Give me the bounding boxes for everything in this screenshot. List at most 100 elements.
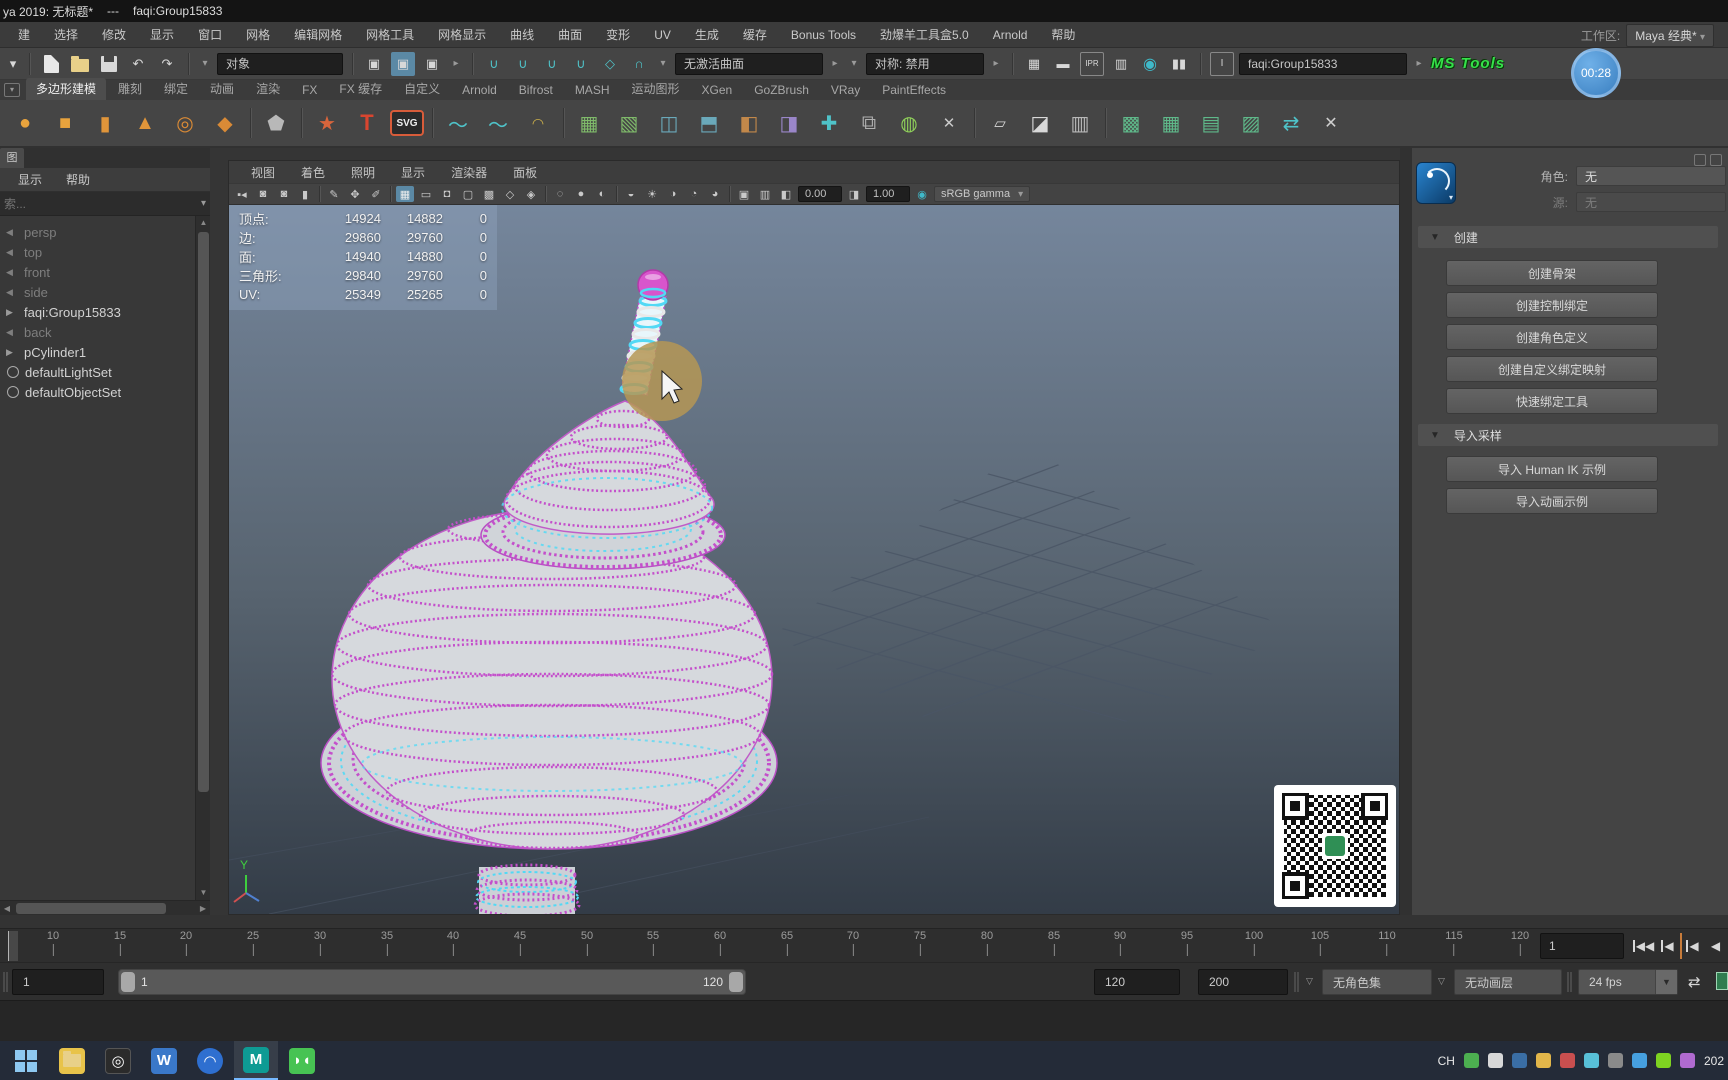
gamma-icon[interactable]: ◨ [845, 186, 863, 202]
poly-torus-icon[interactable]: ◎ [168, 106, 202, 140]
launch-render-sphere-icon[interactable]: ◉ [1138, 52, 1162, 76]
timeline-tick[interactable]: 95 [1181, 930, 1193, 956]
poly-sphere-icon[interactable]: ● [8, 106, 42, 140]
timeline-tick[interactable]: 115 [1445, 930, 1463, 956]
menuset-caret-icon[interactable]: ▾ [6, 52, 20, 76]
render-current-frame-icon[interactable]: ▬ [1051, 52, 1075, 76]
motion-blur-icon[interactable]: ◕ [706, 186, 724, 202]
undo-icon[interactable]: ↶ [126, 52, 150, 76]
vp-menu-view[interactable]: 视图 [239, 164, 287, 181]
tab-rendering[interactable]: 渲染 [246, 78, 290, 100]
bevel-icon[interactable]: ◧ [732, 106, 766, 140]
menu-create[interactable]: 建 [6, 26, 42, 43]
outliner-item-group[interactable]: ▶ faqi:Group15833 [0, 302, 210, 322]
range-start-handle[interactable] [121, 972, 135, 992]
file-explorer-icon[interactable] [50, 1041, 94, 1080]
menu-deform[interactable]: 变形 [594, 26, 642, 43]
ao-icon[interactable]: ◔ [685, 186, 703, 202]
import-animation-example-button[interactable]: 导入动画示例 [1446, 488, 1658, 514]
shaded-icon[interactable]: ● [572, 186, 590, 202]
chevron-down-icon[interactable]: ▾ [201, 198, 206, 209]
animation-preferences-icon[interactable] [1716, 972, 1728, 990]
view-transform-icon[interactable]: ◉ [913, 186, 931, 202]
tab-arnold[interactable]: Arnold [452, 81, 507, 100]
scrollbar-thumb[interactable] [198, 232, 209, 792]
safe-title-icon[interactable]: ◈ [522, 186, 540, 202]
transfer-attributes-icon[interactable]: ⇄ [1274, 106, 1308, 140]
import-humanik-example-button[interactable]: 导入 Human IK 示例 [1446, 456, 1658, 482]
poly-cone-icon[interactable]: ▲ [128, 106, 162, 140]
range-slider[interactable]: 1 120 [118, 969, 746, 995]
tray-icon[interactable] [1463, 1053, 1479, 1068]
quick-rig-tool-button[interactable]: 快速绑定工具 [1446, 388, 1658, 414]
menu-bonus-tools[interactable]: Bonus Tools [779, 28, 868, 42]
timeline-tick[interactable]: 40 [447, 930, 459, 956]
sculpt-brush-icon[interactable]: ◪ [1023, 106, 1057, 140]
expand-arrow-icon[interactable]: ▸ [989, 52, 1003, 76]
create-section-header[interactable]: ▼ 创建 [1418, 226, 1718, 248]
snap-grid-icon[interactable]: ∪ [482, 52, 506, 76]
poly-plane-icon[interactable]: ◆ [208, 106, 242, 140]
outliner-item-front[interactable]: ◀ front [0, 262, 210, 282]
tray-icon[interactable] [1535, 1053, 1551, 1068]
field-chart-icon[interactable]: ▩ [480, 186, 498, 202]
outliner-search-input[interactable] [4, 196, 201, 211]
lock-camera-icon[interactable]: ◙ [254, 186, 272, 202]
current-frame-field[interactable]: 1 [1540, 933, 1624, 959]
taskbar-clock[interactable]: 202 [1704, 1054, 1724, 1068]
panel-layout-icon[interactable]: ▥ [1063, 106, 1097, 140]
tab-custom[interactable]: 自定义 [394, 78, 450, 100]
outliner-menu-help[interactable]: 帮助 [56, 171, 100, 188]
textured-icon[interactable]: ◐ [593, 186, 611, 202]
xray-icon[interactable]: ▥ [756, 186, 774, 202]
source-dropdown[interactable]: 无 [1576, 192, 1726, 212]
type-tool-icon[interactable]: T [350, 106, 384, 140]
poly-cube-icon[interactable]: ■ [48, 106, 82, 140]
tab-motion-graphics[interactable]: 运动图形 [621, 78, 689, 100]
separate-icon[interactable]: ▧ [612, 106, 646, 140]
shelf-menu-icon[interactable]: ▾ [4, 83, 20, 97]
uv-unfold-icon[interactable]: ▤ [1194, 106, 1228, 140]
chevron-down-icon[interactable]: ▾ [656, 52, 670, 76]
play-backwards-button[interactable]: ◀ [1704, 933, 1727, 959]
timeline-tick[interactable]: 55 [647, 930, 659, 956]
scroll-up-icon[interactable]: ▲ [197, 216, 210, 230]
resolution-gate-icon[interactable]: ◘ [438, 186, 456, 202]
active-surface-field[interactable]: 无激活曲面 [675, 52, 823, 75]
menu-surfaces[interactable]: 曲面 [546, 26, 594, 43]
selection-mask-dropdown[interactable]: 对象 [217, 52, 343, 75]
isolate-select-icon[interactable]: ▣ [735, 186, 753, 202]
exposure-icon[interactable]: ◧ [777, 186, 795, 202]
outliner-item-persp[interactable]: ◀ persp [0, 222, 210, 242]
select-component-icon[interactable]: ▣ [420, 52, 444, 76]
use-default-material-icon[interactable]: ◒ [622, 186, 640, 202]
timeline-tick[interactable]: 65 [781, 930, 793, 956]
title-bar[interactable]: ya 2019: 无标题* --- faqi:Group15833 [0, 0, 1728, 22]
time-slider[interactable]: 10 15 20 25 30 35 40 45 50 55 60 65 70 7… [0, 928, 1728, 962]
tab-painteffects[interactable]: PaintEffects [872, 81, 956, 100]
menu-curves[interactable]: 曲线 [498, 26, 546, 43]
animation-layer-dropdown[interactable]: 无动画层 [1454, 969, 1562, 995]
timeline-tick[interactable]: 80 [981, 930, 993, 956]
bridge-icon[interactable]: ◨ [772, 106, 806, 140]
safe-action-icon[interactable]: ◇ [501, 186, 519, 202]
outliner-item-side[interactable]: ◀ side [0, 282, 210, 302]
import-section-header[interactable]: ▼ 导入采样 [1418, 424, 1718, 446]
tab-rigging[interactable]: 绑定 [154, 78, 198, 100]
exposure-field[interactable]: 0.00 [798, 186, 842, 202]
go-to-start-button[interactable]: ◀◀ [1632, 933, 1655, 959]
scroll-left-icon[interactable]: ◀ [0, 901, 14, 916]
panel-corner-icon[interactable] [1694, 154, 1706, 166]
ipr-render-icon[interactable]: IPR [1080, 51, 1104, 76]
vp-menu-lighting[interactable]: 照明 [339, 164, 387, 181]
colorspace-dropdown[interactable]: sRGB gamma ▾ [934, 186, 1031, 202]
bookmark-icon[interactable]: ▮ [296, 186, 314, 202]
grease-pencil-icon[interactable]: ✐ [367, 186, 385, 202]
input-language-indicator[interactable]: CH [1438, 1054, 1455, 1068]
tab-mash[interactable]: MASH [565, 81, 620, 100]
snap-curve-icon[interactable]: ∪ [511, 52, 535, 76]
extrude-icon[interactable]: ⬒ [692, 106, 726, 140]
tray-icon[interactable] [1631, 1053, 1647, 1068]
timeline-tick[interactable]: 110 [1378, 930, 1396, 956]
snap-point-icon[interactable]: ∪ [540, 52, 564, 76]
